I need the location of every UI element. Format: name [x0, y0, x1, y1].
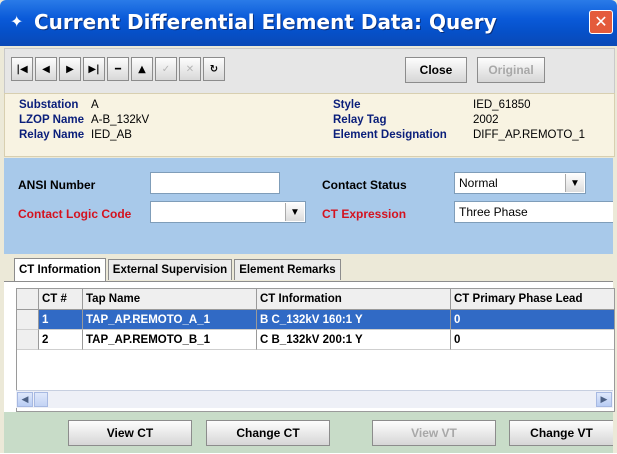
element-designation-label: Element Designation [333, 129, 447, 141]
ct-number-cell: 1 [39, 310, 83, 330]
horizontal-scrollbar[interactable]: ◀ ▶ [16, 390, 613, 408]
tab-external-supervision[interactable]: External Supervision [107, 259, 233, 280]
up-icon[interactable]: ▲ [131, 57, 153, 81]
info-panel: Substation A LZOP Name A-B_132kV Relay N… [4, 93, 615, 157]
relay-name-label: Relay Name [19, 129, 85, 141]
substation-value: A [91, 99, 99, 111]
lzop-name-value: A-B_132kV [91, 114, 150, 126]
contact-logic-code-select[interactable]: ▼ [150, 201, 306, 223]
substation-label: Substation [19, 99, 79, 111]
window-close-icon[interactable]: ✕ [589, 10, 613, 34]
contact-status-label: Contact Status [322, 178, 407, 192]
view-ct-button[interactable]: View CT [68, 420, 192, 446]
ct-number-cell: 2 [39, 330, 83, 350]
window-title: Current Differential Element Data: Query [34, 10, 497, 34]
ct-primary-phase-lead-cell: 0 [451, 330, 614, 350]
action-bar: View CT Change CT View VT Change VT [4, 412, 613, 453]
row-header-corner [17, 289, 39, 309]
refresh-icon[interactable]: ↻ [203, 57, 225, 81]
toolbar: |◀ ◀ ▶ ▶| ━ ▲ ✓ ✕ ↻ Close Original [4, 48, 615, 94]
contact-status-select[interactable]: Normal ▼ [454, 172, 586, 194]
ct-information-cell: C B_132kV 200:1 Y [257, 330, 451, 350]
ansi-number-input[interactable] [150, 172, 280, 194]
chevron-down-icon[interactable]: ▼ [565, 174, 584, 192]
original-button[interactable]: Original [477, 57, 545, 83]
cancel-icon[interactable]: ✕ [179, 57, 201, 81]
ct-information-cell: B C_132kV 160:1 Y [257, 310, 451, 330]
table-row[interactable]: 1 TAP_AP.REMOTO_A_1 B C_132kV 160:1 Y 0 [17, 310, 614, 330]
view-vt-button[interactable]: View VT [372, 420, 496, 446]
chevron-down-icon[interactable]: ▼ [285, 203, 304, 221]
row-selector[interactable] [17, 330, 39, 350]
element-form-panel: ANSI Number Contact Status Normal ▼ Cont… [4, 158, 613, 254]
column-header-tap-name[interactable]: Tap Name [83, 289, 257, 309]
tap-name-cell: TAP_AP.REMOTO_B_1 [83, 330, 257, 350]
last-record-icon[interactable]: ▶| [83, 57, 105, 81]
scroll-left-icon[interactable]: ◀ [17, 392, 33, 407]
ct-primary-phase-lead-cell: 0 [451, 310, 614, 330]
contact-status-value: Normal [459, 176, 498, 190]
column-header-ct-primary-phase-lead[interactable]: CT Primary Phase Lead [451, 289, 614, 309]
row-selector[interactable] [17, 310, 39, 330]
table-row[interactable]: 2 TAP_AP.REMOTO_B_1 C B_132kV 200:1 Y 0 [17, 330, 614, 350]
lzop-name-label: LZOP Name [19, 114, 84, 126]
ansi-number-label: ANSI Number [18, 178, 96, 192]
table-header: CT # Tap Name CT Information CT Primary … [17, 289, 614, 310]
contact-logic-code-label: Contact Logic Code [18, 207, 132, 221]
style-value: IED_61850 [473, 99, 531, 111]
first-record-icon[interactable]: |◀ [11, 57, 33, 81]
confirm-icon[interactable]: ✓ [155, 57, 177, 81]
tap-name-cell: TAP_AP.REMOTO_A_1 [83, 310, 257, 330]
app-icon: ✦ [10, 14, 24, 31]
tab-element-remarks[interactable]: Element Remarks [234, 259, 341, 280]
relay-tag-label: Relay Tag [333, 114, 387, 126]
query-window: ✦ Current Differential Element Data: Que… [0, 0, 617, 454]
column-header-ct-number[interactable]: CT # [39, 289, 83, 309]
scroll-thumb[interactable] [34, 392, 48, 407]
ct-expression-label: CT Expression [322, 207, 407, 221]
relay-tag-value: 2002 [473, 114, 499, 126]
ct-expression-field[interactable]: Three Phase [454, 201, 613, 223]
element-designation-value: DIFF_AP.REMOTO_1 [473, 129, 586, 141]
record-navigator: |◀ ◀ ▶ ▶| ━ ▲ ✓ ✕ ↻ [11, 57, 227, 83]
title-bar: ✦ Current Differential Element Data: Que… [0, 0, 617, 46]
tab-ct-information[interactable]: CT Information [14, 258, 106, 281]
column-header-ct-information[interactable]: CT Information [257, 289, 451, 309]
close-button[interactable]: Close [405, 57, 467, 83]
scroll-right-icon[interactable]: ▶ [596, 392, 612, 407]
delete-record-icon[interactable]: ━ [107, 57, 129, 81]
change-ct-button[interactable]: Change CT [206, 420, 330, 446]
tab-strip: CT Information External Supervision Elem… [14, 258, 343, 281]
style-label: Style [333, 99, 361, 111]
next-record-icon[interactable]: ▶ [59, 57, 81, 81]
previous-record-icon[interactable]: ◀ [35, 57, 57, 81]
change-vt-button[interactable]: Change VT [509, 420, 613, 446]
relay-name-value: IED_AB [91, 129, 132, 141]
